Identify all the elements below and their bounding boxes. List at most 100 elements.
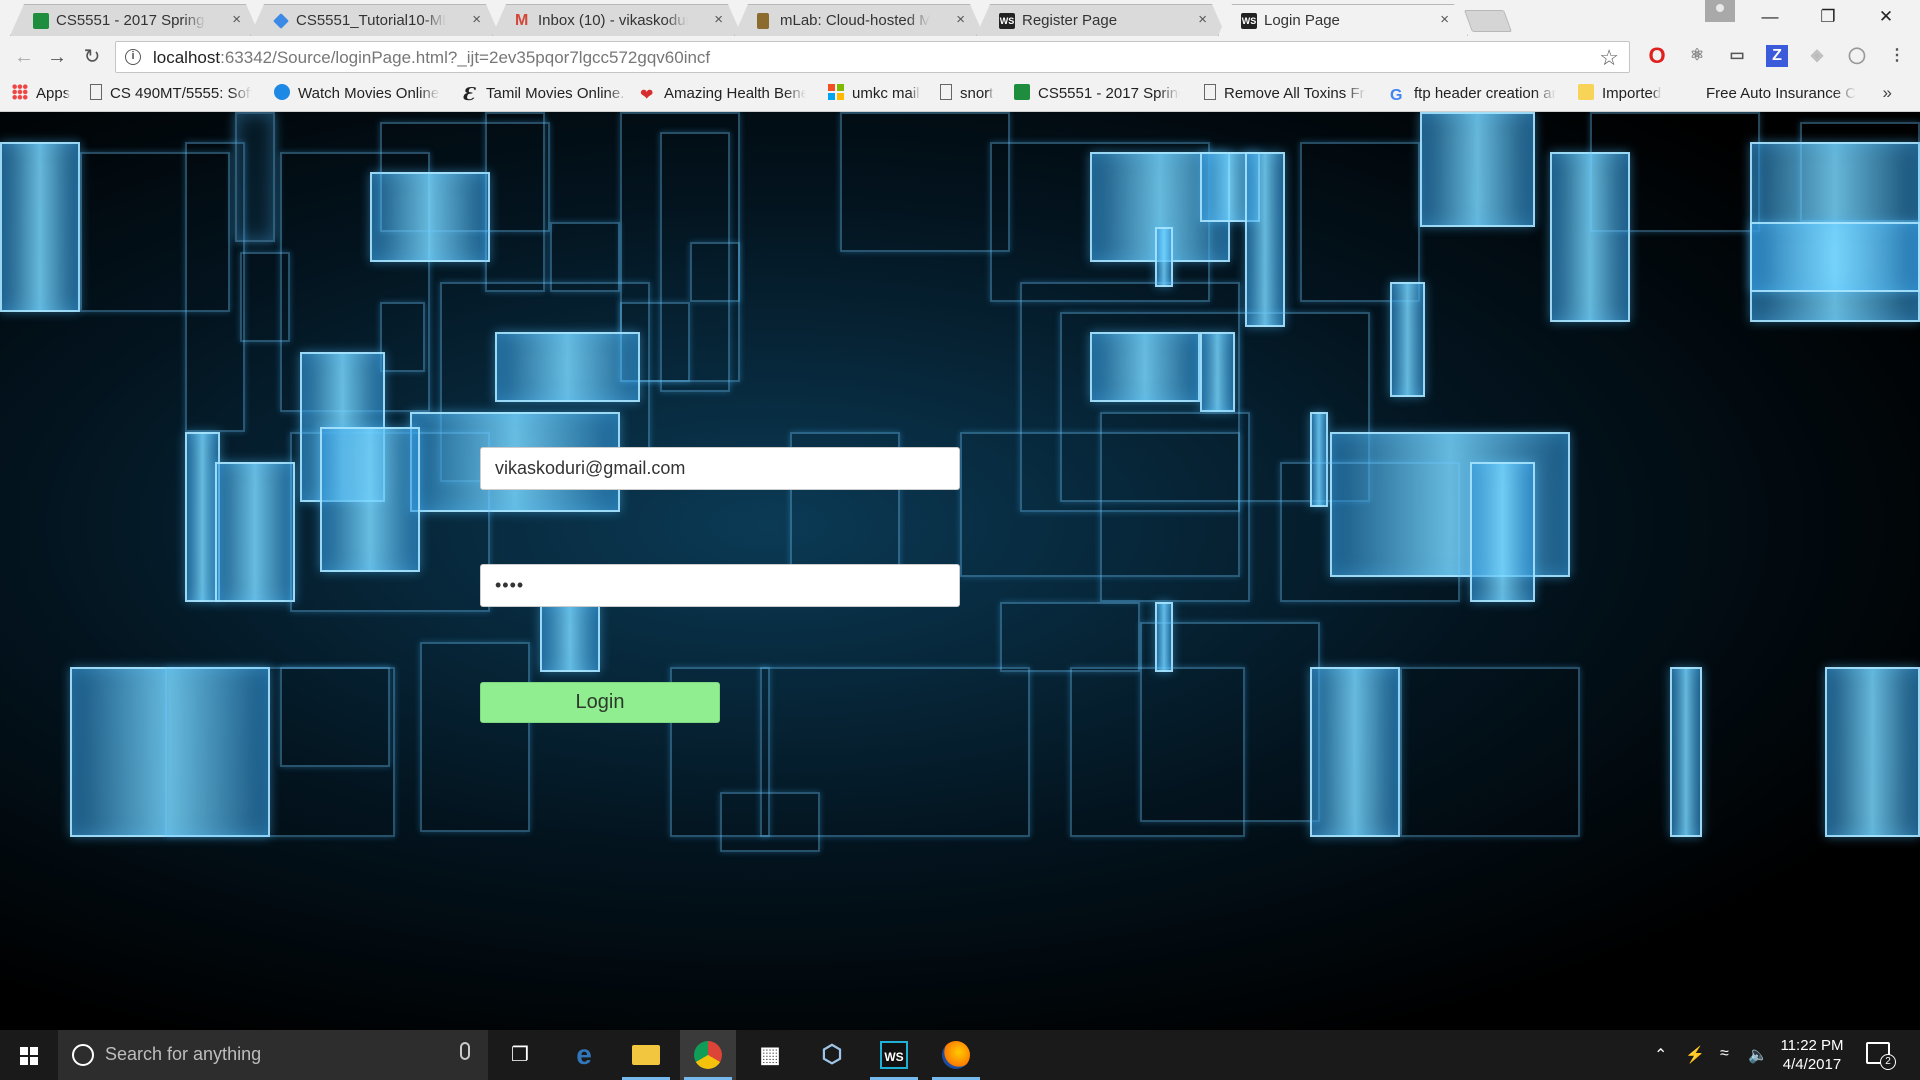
address-bar[interactable]: i localhost:63342/Source/loginPage.html?… xyxy=(115,41,1630,73)
tab-title: Inbox (10) - vikaskoduri@ xyxy=(538,12,686,29)
heart-icon: ❤ xyxy=(640,87,654,104)
tab-close-icon[interactable]: × xyxy=(1198,11,1207,28)
opera-icon[interactable]: O xyxy=(1646,45,1668,67)
tab-close-icon[interactable]: × xyxy=(956,11,965,28)
tab-close-icon[interactable]: × xyxy=(472,11,481,28)
task-view-icon: ❐ xyxy=(511,1044,529,1066)
info-icon[interactable]: i xyxy=(125,49,141,65)
restore-icon[interactable]: ❐ xyxy=(1800,0,1856,34)
mlab-icon xyxy=(757,13,769,29)
close-window-icon[interactable]: ✕ xyxy=(1858,0,1914,34)
tab-tutorial10[interactable]: CS5551_Tutorial10-MLab × xyxy=(250,4,500,36)
clock-date: 4/4/2017 xyxy=(1782,1056,1842,1073)
cast-icon[interactable]: ▭ xyxy=(1726,45,1748,67)
virtualbox-icon: ⬡ xyxy=(821,1041,843,1068)
system-clock[interactable]: 11:22 PM 4/4/2017 xyxy=(1772,1036,1852,1074)
firefox-icon xyxy=(942,1041,970,1069)
taskbar-search[interactable]: Search for anything xyxy=(58,1030,488,1080)
profile-icon[interactable] xyxy=(1705,0,1735,22)
extension-off-icon[interactable]: ⚛ xyxy=(1686,45,1708,67)
windows-taskbar: Search for anything ❐ e ▦ ⬡ WS ⌃ ⚡ ≈ 🔈 1… xyxy=(0,1030,1920,1080)
browser-toolbar: ← → ↻ i localhost:63342/Source/loginPage… xyxy=(0,36,1920,78)
tab-title: mLab: Cloud-hosted Mo xyxy=(780,12,930,29)
google-icon: G xyxy=(1390,87,1403,104)
store-app[interactable]: ▦ xyxy=(742,1030,798,1080)
sheets-icon xyxy=(1014,84,1030,100)
tab-title: CS5551_Tutorial10-MLab xyxy=(296,12,443,29)
search-placeholder: Search for anything xyxy=(105,1044,262,1064)
webstorm-icon: WS xyxy=(1241,13,1257,29)
start-button[interactable] xyxy=(0,1030,58,1080)
menu-dots-icon[interactable]: ⋮ xyxy=(1886,45,1908,67)
bookmark-tamil-movies[interactable]: Ɛ Tamil Movies Online. xyxy=(462,84,628,106)
wifi-icon[interactable]: ≈ xyxy=(1720,1045,1729,1063)
bookmark-remove-toxins[interactable]: Remove All Toxins Fro xyxy=(1204,84,1366,106)
folder-icon xyxy=(1578,84,1594,100)
bookmark-star-icon[interactable]: ☆ xyxy=(1599,45,1619,71)
tab-title: CS5551 - 2017 Spring - G xyxy=(56,12,205,29)
play-circle-icon xyxy=(274,84,290,100)
page-icon xyxy=(90,84,102,100)
login-page: Login xyxy=(0,112,1920,1030)
file-explorer-icon xyxy=(632,1045,660,1065)
back-arrow-icon[interactable]: ← xyxy=(10,43,38,71)
bookmark-watch-movies[interactable]: Watch Movies Online xyxy=(274,84,440,106)
tab-login-page[interactable]: WS Login Page × xyxy=(1218,4,1468,36)
virtualbox-app[interactable]: ⬡ xyxy=(804,1030,860,1080)
page-icon xyxy=(940,84,952,100)
bookmark-amazing-health[interactable]: ❤ Amazing Health Benef xyxy=(640,84,806,106)
reload-icon[interactable]: ↻ xyxy=(78,43,106,71)
edge-icon: e xyxy=(576,1039,592,1070)
microphone-icon[interactable] xyxy=(460,1042,470,1060)
chrome-icon xyxy=(694,1041,722,1069)
store-icon: ▦ xyxy=(759,1042,781,1067)
dropbox-icon xyxy=(273,13,289,29)
bookmark-cs5551-sheet[interactable]: CS5551 - 2017 Spring xyxy=(1014,84,1180,106)
notification-center-icon[interactable]: 2 xyxy=(1866,1042,1896,1070)
tab-close-icon[interactable]: × xyxy=(714,11,723,28)
webstorm-app[interactable]: WS xyxy=(866,1030,922,1080)
tab-register-page[interactable]: WS Register Page × xyxy=(976,4,1226,36)
firefox-app[interactable] xyxy=(928,1030,984,1080)
forward-arrow-icon[interactable]: → xyxy=(43,43,71,71)
tab-gmail-inbox[interactable]: M Inbox (10) - vikaskoduri@ × xyxy=(492,4,742,36)
bookmark-imported[interactable]: Imported xyxy=(1578,84,1661,106)
bookmark-free-auto-insurance[interactable]: Free Auto Insurance C xyxy=(1706,84,1856,106)
url-text[interactable]: localhost:63342/Source/loginPage.html?_i… xyxy=(153,48,710,68)
webstorm-icon: WS xyxy=(999,13,1015,29)
login-button[interactable]: Login xyxy=(480,682,720,723)
tab-title: Login Page xyxy=(1264,12,1340,29)
extension-circle-icon[interactable]: ◯ xyxy=(1846,45,1868,67)
bookmarks-overflow-icon[interactable]: » xyxy=(1883,83,1892,103)
tab-close-icon[interactable]: × xyxy=(232,11,241,28)
tab-mlab[interactable]: mLab: Cloud-hosted Mo × xyxy=(734,4,984,36)
bookmark-apps[interactable]: Apps xyxy=(12,84,70,106)
email-field[interactable] xyxy=(480,447,960,490)
bookmark-umkc-mail[interactable]: umkc mail xyxy=(828,84,920,106)
extension-icon[interactable]: ◈ xyxy=(1806,45,1828,67)
windows-logo-icon xyxy=(20,1047,38,1065)
task-view-button[interactable]: ❐ xyxy=(492,1030,548,1080)
microsoft-icon xyxy=(828,84,844,100)
bookmark-snort[interactable]: snort xyxy=(940,84,993,106)
chrome-app[interactable] xyxy=(680,1030,736,1080)
file-explorer-app[interactable] xyxy=(618,1030,674,1080)
tab-title: Register Page xyxy=(1022,12,1118,29)
volume-icon[interactable]: 🔈 xyxy=(1748,1045,1768,1065)
tab-close-icon[interactable]: × xyxy=(1440,11,1449,28)
minimize-icon[interactable]: — xyxy=(1742,0,1798,34)
bookmarks-bar: Apps CS 490MT/5555: Softw Watch Movies O… xyxy=(0,78,1920,112)
password-field[interactable] xyxy=(480,564,960,607)
power-warning-icon[interactable]: ⚡ xyxy=(1685,1045,1705,1065)
zotero-icon[interactable]: Z xyxy=(1766,45,1788,67)
new-tab-button[interactable] xyxy=(1463,10,1513,32)
page-icon xyxy=(1204,84,1216,100)
bookmark-cs490mt[interactable]: CS 490MT/5555: Softw xyxy=(90,84,252,106)
script-e-icon: Ɛ xyxy=(462,84,475,105)
bookmark-ftp-header[interactable]: Gftp header creation an xyxy=(1390,84,1556,106)
cortana-icon xyxy=(72,1044,94,1066)
edge-app[interactable]: e xyxy=(556,1030,612,1080)
tab-cs5551-sheet[interactable]: CS5551 - 2017 Spring - G × xyxy=(10,4,260,36)
notification-count-badge: 2 xyxy=(1880,1054,1896,1070)
chevron-up-icon[interactable]: ⌃ xyxy=(1654,1045,1667,1065)
